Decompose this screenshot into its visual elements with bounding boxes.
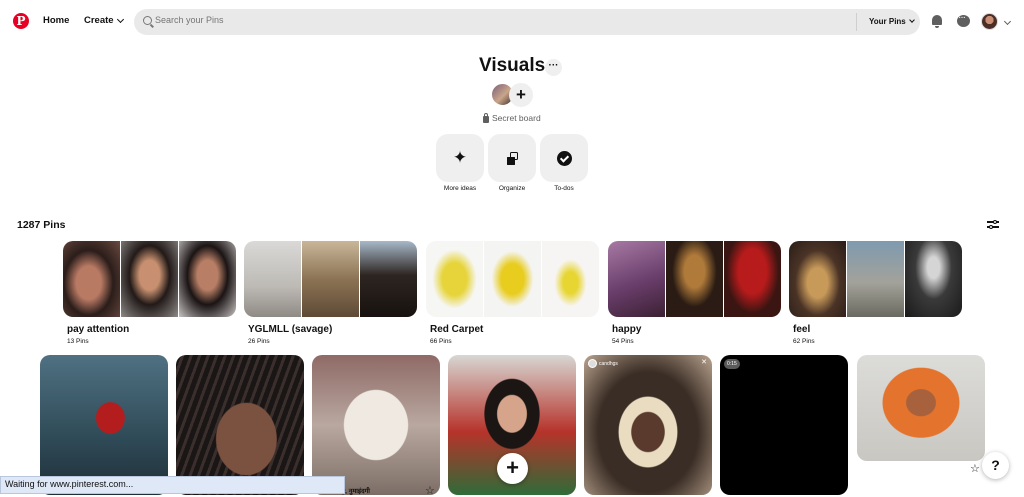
notifications-bell-icon[interactable] <box>932 15 942 28</box>
story-user-avatar <box>588 359 597 368</box>
section-name: YGLMLL (savage) <box>248 324 333 335</box>
chevron-down-icon <box>908 17 915 23</box>
nav-home-link[interactable]: Home <box>43 15 69 26</box>
pinterest-logo-icon[interactable]: P <box>13 13 29 29</box>
section-name: happy <box>612 324 642 335</box>
pin-card[interactable] <box>857 355 985 461</box>
board-section-card[interactable]: feel 62 Pins <box>789 241 962 345</box>
add-pin-plus-button[interactable]: + <box>497 453 528 484</box>
nav-create-label: Create <box>84 15 114 26</box>
board-section-card[interactable]: happy 54 Pins <box>608 241 781 345</box>
board-section-card[interactable]: pay attention 13 Pins <box>63 241 236 345</box>
more-ideas-button[interactable]: ✦ <box>436 134 484 182</box>
video-duration-badge: 0:15 <box>724 359 740 369</box>
sparkle-icon: ✦ <box>452 148 468 167</box>
todos-button[interactable] <box>540 134 588 182</box>
star-icon[interactable]: ☆ <box>970 462 980 475</box>
organize-icon <box>505 151 519 166</box>
board-privacy-label: Secret board <box>492 113 541 123</box>
star-icon[interactable]: ☆ <box>425 484 435 497</box>
section-cover-collage <box>63 241 236 317</box>
pin-card[interactable] <box>40 355 168 495</box>
pin-card[interactable]: candhgs ✕ <box>584 355 712 495</box>
section-name: pay attention <box>67 324 130 335</box>
pin-card[interactable] <box>312 355 440 495</box>
section-pin-count: 66 Pins <box>430 338 452 345</box>
messages-icon[interactable] <box>957 12 970 27</box>
section-pin-count: 62 Pins <box>793 338 815 345</box>
help-button[interactable]: ? <box>982 452 1009 479</box>
organize-label: Organize <box>498 185 526 192</box>
section-cover-collage <box>426 241 599 317</box>
check-circle-icon <box>556 150 572 166</box>
section-cover-collage <box>244 241 417 317</box>
pin-card[interactable] <box>176 355 304 495</box>
more-ideas-label: More ideas <box>443 185 477 192</box>
pin-count: 1287 Pins <box>17 219 66 231</box>
section-name: feel <box>793 324 811 335</box>
pin-card-video[interactable]: 0:15 <box>720 355 848 495</box>
top-navigation-bar: P Home Create Your Pins <box>0 0 1024 44</box>
close-icon: ✕ <box>701 359 707 366</box>
nav-create-menu[interactable]: Create <box>84 15 124 26</box>
search-divider <box>856 13 857 31</box>
add-collaborator-button[interactable]: + <box>509 83 533 107</box>
section-cover-collage <box>789 241 962 317</box>
search-icon <box>143 16 152 25</box>
section-pin-count: 54 Pins <box>612 338 634 345</box>
search-input[interactable] <box>155 15 755 25</box>
section-pin-count: 26 Pins <box>248 338 270 345</box>
todos-label: To-dos <box>554 185 574 192</box>
account-chevron-down-icon[interactable] <box>1003 17 1012 26</box>
board-privacy: Secret board <box>483 112 541 123</box>
board-section-card[interactable]: Red Carpet 66 Pins <box>426 241 599 345</box>
section-name: Red Carpet <box>430 324 484 335</box>
search-scope-label: Your Pins <box>869 17 906 26</box>
section-pin-count: 13 Pins <box>67 338 89 345</box>
search-scope-dropdown[interactable]: Your Pins <box>869 17 915 26</box>
board-more-options-button[interactable]: ··· <box>545 59 562 76</box>
profile-avatar[interactable] <box>981 13 998 30</box>
filter-settings-icon[interactable] <box>987 218 999 230</box>
search-bar[interactable]: Your Pins <box>134 9 920 35</box>
lock-icon <box>483 112 489 123</box>
browser-status-bar: Waiting for www.pinterest.com... <box>0 476 345 494</box>
section-cover-collage <box>608 241 781 317</box>
board-section-card[interactable]: YGLMLL (savage) 26 Pins <box>244 241 417 345</box>
chevron-down-icon <box>116 15 124 23</box>
board-title: Visuals <box>479 55 546 76</box>
organize-button[interactable] <box>488 134 536 182</box>
story-username: candhgs <box>599 361 618 367</box>
